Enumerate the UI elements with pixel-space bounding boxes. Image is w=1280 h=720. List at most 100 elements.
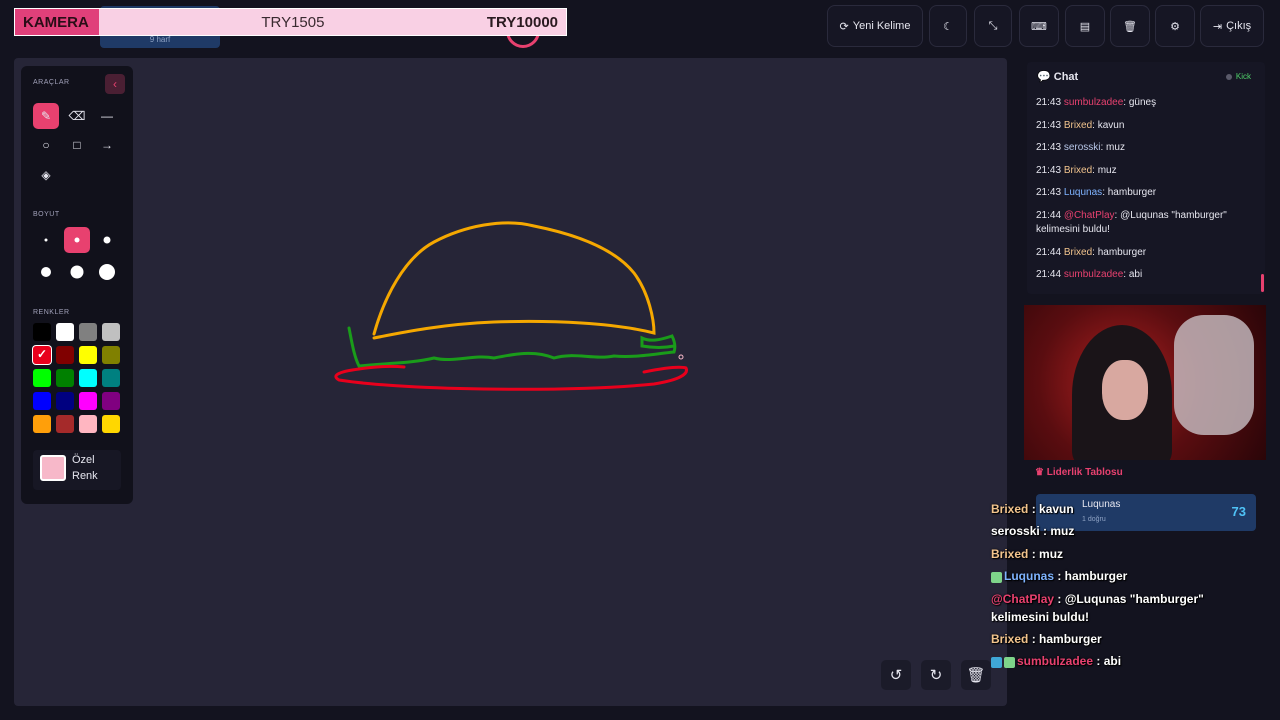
chat-message-list[interactable]: 21:43 sumbulzadee: güneş 21:43 Brixed: ka… xyxy=(1036,96,1254,291)
undo-button[interactable]: ↺ xyxy=(881,660,911,690)
chat-text: : güneş xyxy=(1123,97,1157,108)
color-swatch[interactable] xyxy=(102,323,120,341)
color-swatch[interactable] xyxy=(56,323,74,341)
overlay-chat-message: Luqunas : hamburger xyxy=(991,567,1261,585)
chat-username[interactable]: Luqunas xyxy=(1064,187,1102,198)
color-swatch[interactable] xyxy=(79,346,97,364)
color-swatch[interactable] xyxy=(56,346,74,364)
color-swatch[interactable] xyxy=(33,323,51,341)
chat-title: Chat xyxy=(1053,71,1079,83)
custom-color-swatch[interactable] xyxy=(40,455,66,481)
chat-message: 21:43 Brixed: muz xyxy=(1036,164,1254,178)
color-swatch[interactable] xyxy=(102,415,120,433)
color-swatch[interactable] xyxy=(102,346,120,364)
overlay-chat-username: sumbulzadee xyxy=(1017,654,1094,669)
chat-username[interactable]: Brixed xyxy=(1064,165,1092,176)
color-swatch[interactable] xyxy=(56,369,74,387)
arrow-right-icon: → xyxy=(101,138,113,152)
color-swatch[interactable] xyxy=(79,369,97,387)
trash-icon: 🗑 xyxy=(1123,20,1137,33)
chat-username[interactable]: Brixed xyxy=(1064,120,1092,131)
fullscreen-button[interactable]: ⤡ xyxy=(974,5,1012,47)
drawing-canvas[interactable] xyxy=(14,58,1007,706)
brush-tool[interactable]: ✎ xyxy=(33,103,59,129)
kick-status: Kick xyxy=(1226,72,1251,81)
overlay-chat-text: : kavun xyxy=(1028,502,1074,516)
chat-text: : hamburger xyxy=(1092,246,1147,258)
webcam-face xyxy=(1102,360,1148,420)
chat-time: 21:43 xyxy=(1036,164,1064,176)
size-option-6[interactable] xyxy=(94,259,120,285)
chat-time: 21:43 xyxy=(1036,187,1064,199)
refresh-icon: ⟳ xyxy=(839,20,849,33)
new-word-label: Yeni Kelime xyxy=(852,20,911,32)
chat-username[interactable]: sumbulzadee xyxy=(1064,97,1123,108)
keyboard-button[interactable]: ⌨ xyxy=(1019,5,1059,47)
theme-toggle-button[interactable]: ☾ xyxy=(929,5,967,47)
size-option-1[interactable] xyxy=(33,227,59,253)
webcam-chair xyxy=(1174,315,1254,435)
arrow-tool[interactable]: → xyxy=(94,132,120,158)
delete-button[interactable]: 🗑 xyxy=(1110,5,1150,47)
rectangle-tool[interactable]: □ xyxy=(64,132,90,158)
chat-text: : muz xyxy=(1092,164,1117,176)
size-section-title: BOYUT xyxy=(33,211,60,218)
size-option-2[interactable] xyxy=(64,227,90,253)
drawing-strokes xyxy=(334,221,688,391)
gear-icon: ⚙ xyxy=(1170,20,1180,33)
exit-label: Çıkış xyxy=(1226,20,1252,32)
color-swatch[interactable] xyxy=(79,392,97,410)
color-swatch[interactable] xyxy=(56,415,74,433)
settings-button[interactable]: ⚙ xyxy=(1155,5,1195,47)
size-option-5[interactable] xyxy=(64,259,90,285)
color-swatch[interactable] xyxy=(79,323,97,341)
trash-icon: 🗑 xyxy=(966,667,986,684)
new-word-button[interactable]: ⟳ Yeni Kelime xyxy=(827,5,923,47)
overlay-chat-message: @ChatPlay : @Luqunas "hamburger" kelimes… xyxy=(991,590,1261,626)
exit-button[interactable]: ⇥ Çıkış xyxy=(1200,5,1264,47)
custom-color-picker[interactable]: Özel Renk xyxy=(33,450,121,490)
eraser-tool[interactable]: ⌫ xyxy=(64,103,90,129)
user-badge-icon xyxy=(991,571,1002,583)
clear-canvas-button[interactable]: 🗑 xyxy=(961,660,991,690)
color-swatch[interactable] xyxy=(33,392,51,410)
chat-message: 21:43 Luqunas: hamburger xyxy=(1036,186,1254,200)
stream-banner-overlay: KAMERA TRY1505 TRY10000 xyxy=(14,8,567,36)
archive-button[interactable]: ▤ xyxy=(1065,5,1105,47)
chat-username[interactable]: Brixed xyxy=(1064,247,1092,258)
color-swatch[interactable] xyxy=(56,392,74,410)
size-option-3[interactable] xyxy=(94,227,120,253)
chat-time: 21:43 xyxy=(1036,119,1064,131)
fill-tool[interactable]: ◈ xyxy=(33,162,59,188)
undo-icon: ↺ xyxy=(889,667,903,684)
color-swatch[interactable] xyxy=(33,369,51,387)
color-swatch[interactable] xyxy=(102,369,120,387)
overlay-chat-username: @ChatPlay xyxy=(991,591,1055,606)
word-hint: 9 harf xyxy=(149,35,171,44)
chat-time: 21:44 xyxy=(1036,246,1064,258)
chat-time: 21:43 xyxy=(1036,97,1064,108)
overlay-chat-message: Brixed : hamburger xyxy=(991,630,1261,648)
redo-button[interactable]: ↻ xyxy=(921,660,951,690)
size-option-4[interactable] xyxy=(33,259,59,285)
overlay-chat-message: Brixed : kavun xyxy=(991,500,1261,518)
circle-icon: ○ xyxy=(42,138,50,152)
color-swatch[interactable] xyxy=(33,415,51,433)
chat-message: 21:44 @ChatPlay: @Luqunas "hamburger" ke… xyxy=(1036,209,1254,237)
circle-tool[interactable]: ○ xyxy=(33,132,59,158)
size-dot-icon xyxy=(44,238,48,242)
brush-cursor xyxy=(678,354,684,360)
chat-username[interactable]: serosski xyxy=(1064,142,1101,153)
chat-time: 21:43 xyxy=(1036,142,1064,154)
chat-username[interactable]: @ChatPlay xyxy=(1064,210,1115,221)
chat-message: 21:43 serosski: muz xyxy=(1036,141,1254,155)
color-swatch[interactable] xyxy=(79,415,97,433)
collapse-panel-button[interactable]: ‹ xyxy=(105,74,125,94)
chat-scrollbar[interactable] xyxy=(1261,274,1264,292)
camera-label: KAMERA xyxy=(15,9,99,35)
chat-username[interactable]: sumbulzadee xyxy=(1064,269,1123,280)
line-tool[interactable]: — xyxy=(94,103,120,129)
color-swatch[interactable]: ✓ xyxy=(33,346,51,364)
color-swatch[interactable] xyxy=(102,392,120,410)
redo-icon: ↻ xyxy=(929,667,943,684)
